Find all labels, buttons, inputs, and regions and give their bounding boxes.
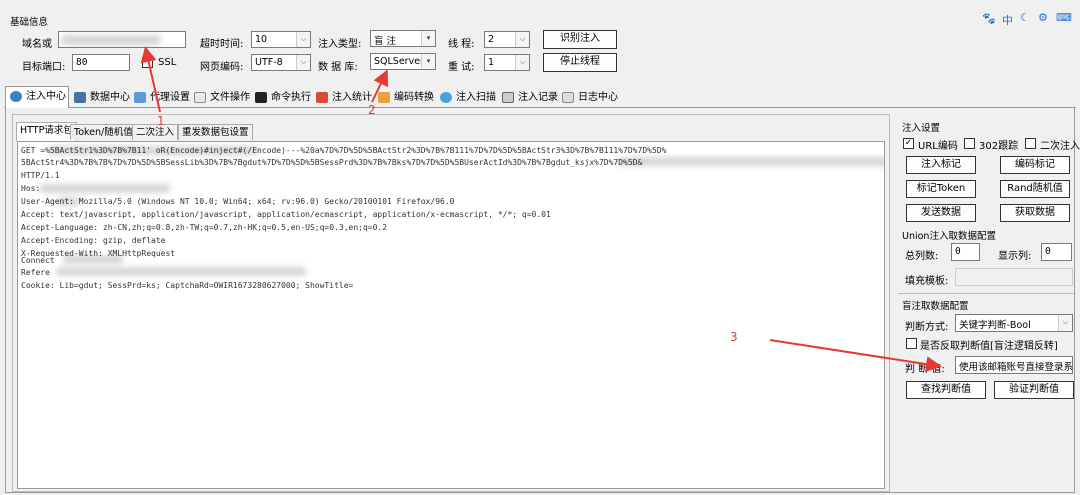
annotation-label-2: 2 [368, 103, 376, 117]
annotation-arrow-3 [769, 339, 942, 373]
annotation-label-3: 3 [730, 330, 738, 344]
annotation-arrow-2 [371, 69, 388, 103]
annotation-arrows [140, 46, 942, 373]
annotation-label-1: 1 [157, 114, 165, 128]
annotation-arrow-1 [140, 46, 161, 113]
